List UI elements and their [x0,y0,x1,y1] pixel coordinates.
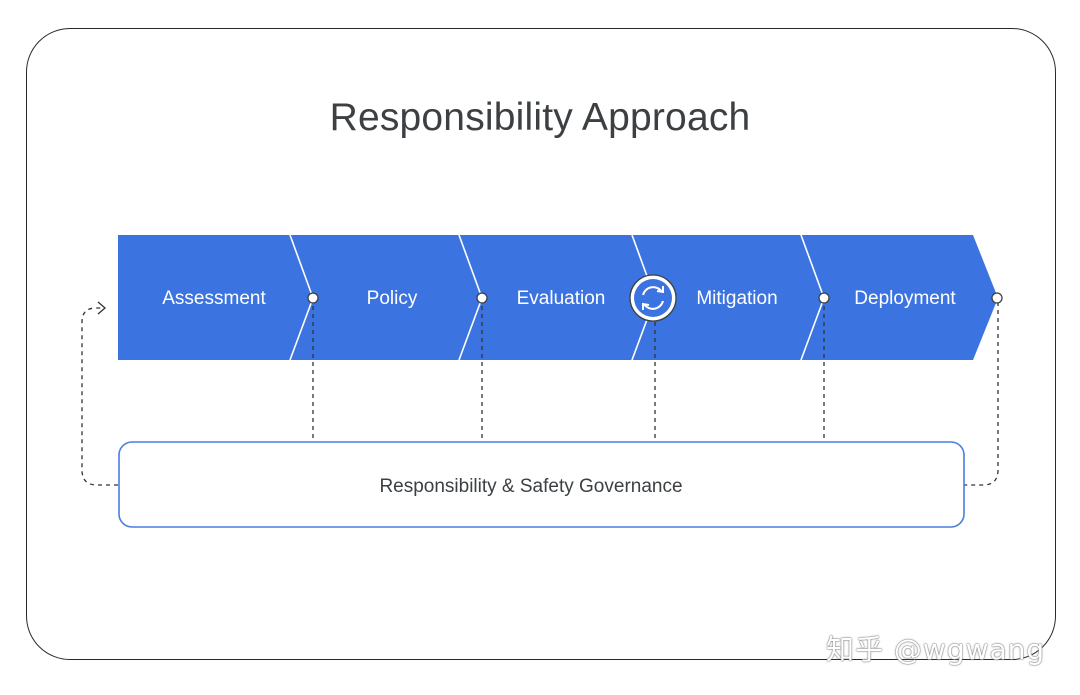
feedback-loop-left [81,307,118,486]
junction-dot-policy [307,292,319,304]
stage-label-deployment: Deployment [854,288,956,309]
stage-label-evaluation: Evaluation [517,288,606,309]
refresh-cycle-icon [629,274,677,322]
junction-dot-end [991,292,1003,304]
junction-dot-evaluation [476,292,488,304]
responsibility-flow-diagram: Assessment Policy Evaluation Mitigation … [81,234,1003,528]
stage-label-mitigation: Mitigation [696,288,777,309]
stage-label-policy: Policy [367,288,418,309]
watermark: 知乎 @wgwang [826,633,1046,666]
junction-dot-deployment [818,292,830,304]
stage-label-assessment: Assessment [162,288,266,309]
governance-label: Responsibility & Safety Governance [379,476,682,497]
